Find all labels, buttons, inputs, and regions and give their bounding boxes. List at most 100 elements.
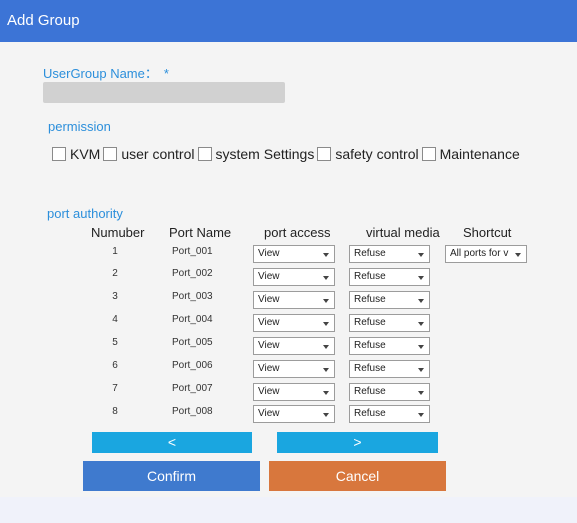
dialog-title-bar: Add Group bbox=[0, 0, 577, 42]
port-name: Port_004 bbox=[172, 314, 213, 325]
port-access-select[interactable]: View bbox=[253, 245, 335, 263]
permission-kvm-label: KVM bbox=[70, 146, 101, 162]
chevron-down-icon bbox=[418, 322, 424, 326]
port-access-select[interactable]: View bbox=[253, 314, 335, 332]
virtual-media-value: Refuse bbox=[354, 271, 386, 282]
column-header-virtual-media: virtual media bbox=[366, 225, 440, 240]
column-header-shortcut: Shortcut bbox=[463, 225, 512, 240]
port-authority-label: port authority bbox=[47, 206, 123, 221]
port-number: 3 bbox=[112, 291, 118, 302]
group-name-label-text: UserGroup Name： bbox=[43, 66, 158, 81]
chevron-down-icon bbox=[323, 368, 329, 372]
virtual-media-value: Refuse bbox=[354, 340, 386, 351]
virtual-media-select[interactable]: Refuse bbox=[349, 360, 430, 378]
virtual-media-value: Refuse bbox=[354, 294, 386, 305]
checkbox[interactable] bbox=[421, 147, 436, 161]
permission-safety-control-label: safety control bbox=[335, 146, 419, 162]
port-access-select[interactable]: View bbox=[253, 405, 335, 423]
chevron-down-icon bbox=[323, 276, 329, 280]
next-page-button[interactable]: > bbox=[277, 432, 438, 453]
virtual-media-select[interactable]: Refuse bbox=[349, 314, 430, 332]
port-number: 2 bbox=[112, 268, 118, 279]
port-number: 1 bbox=[112, 246, 118, 257]
port-access-select[interactable]: View bbox=[253, 268, 335, 286]
port-access-value: View bbox=[258, 294, 280, 305]
chevron-down-icon bbox=[418, 276, 424, 280]
port-name: Port_008 bbox=[172, 406, 213, 417]
checkbox[interactable] bbox=[52, 147, 66, 161]
chevron-down-icon bbox=[418, 253, 424, 257]
port-access-select[interactable]: View bbox=[253, 337, 335, 355]
permission-user-control-label: user control bbox=[121, 146, 195, 162]
permission-label: permission bbox=[48, 119, 111, 134]
column-header-port-access: port access bbox=[264, 225, 331, 240]
port-access-value: View bbox=[258, 408, 280, 419]
chevron-down-icon bbox=[418, 413, 424, 417]
chevron-down-icon bbox=[323, 322, 329, 326]
chevron-down-icon bbox=[418, 299, 424, 303]
port-access-value: View bbox=[258, 317, 280, 328]
port-name: Port_006 bbox=[172, 360, 213, 371]
checkbox[interactable] bbox=[317, 147, 332, 161]
chevron-down-icon bbox=[515, 253, 521, 257]
checkbox[interactable] bbox=[103, 147, 118, 161]
permission-maintenance[interactable]: Maintenance bbox=[421, 146, 520, 162]
port-number: 7 bbox=[112, 383, 118, 394]
port-name: Port_005 bbox=[172, 337, 213, 348]
port-access-select[interactable]: View bbox=[253, 383, 335, 401]
chevron-down-icon bbox=[323, 391, 329, 395]
permission-kvm[interactable]: KVM bbox=[52, 146, 100, 162]
port-number: 4 bbox=[112, 314, 118, 325]
virtual-media-select[interactable]: Refuse bbox=[349, 337, 430, 355]
shortcut-select[interactable]: All ports for v bbox=[445, 245, 527, 263]
port-name: Port_007 bbox=[172, 383, 213, 394]
confirm-button[interactable]: Confirm bbox=[83, 461, 260, 491]
chevron-down-icon bbox=[323, 253, 329, 257]
permission-maintenance-label: Maintenance bbox=[439, 146, 520, 162]
permission-checkbox-row: KVM user control system Settings safety … bbox=[52, 146, 523, 162]
column-header-port-name: Port Name bbox=[169, 225, 232, 240]
virtual-media-select[interactable]: Refuse bbox=[349, 383, 430, 401]
port-access-value: View bbox=[258, 363, 280, 374]
previous-page-button[interactable]: < bbox=[92, 432, 252, 453]
port-number: 5 bbox=[112, 337, 118, 348]
port-access-value: View bbox=[258, 248, 280, 259]
checkbox[interactable] bbox=[197, 147, 212, 161]
port-number: 8 bbox=[112, 406, 118, 417]
cancel-button[interactable]: Cancel bbox=[269, 461, 446, 491]
port-number: 6 bbox=[112, 360, 118, 371]
permission-safety-control[interactable]: safety control bbox=[317, 146, 419, 162]
group-name-input[interactable] bbox=[43, 82, 285, 103]
port-name: Port_002 bbox=[172, 268, 213, 279]
chevron-down-icon bbox=[418, 345, 424, 349]
chevron-down-icon bbox=[418, 391, 424, 395]
virtual-media-value: Refuse bbox=[354, 386, 386, 397]
chevron-down-icon bbox=[418, 368, 424, 372]
port-access-select[interactable]: View bbox=[253, 360, 335, 378]
port-access-value: View bbox=[258, 271, 280, 282]
permission-system-settings[interactable]: system Settings bbox=[197, 146, 315, 162]
chevron-down-icon bbox=[323, 345, 329, 349]
shortcut-select-value: All ports for v bbox=[450, 248, 509, 259]
virtual-media-value: Refuse bbox=[354, 363, 386, 374]
port-access-value: View bbox=[258, 386, 280, 397]
virtual-media-select[interactable]: Refuse bbox=[349, 268, 430, 286]
column-header-number: Numuber bbox=[91, 225, 145, 240]
port-name: Port_001 bbox=[172, 246, 213, 257]
virtual-media-select[interactable]: Refuse bbox=[349, 245, 430, 263]
chevron-down-icon bbox=[323, 413, 329, 417]
permission-system-settings-label: system Settings bbox=[215, 146, 315, 162]
port-name: Port_003 bbox=[172, 291, 213, 302]
chevron-down-icon bbox=[323, 299, 329, 303]
virtual-media-value: Refuse bbox=[354, 248, 386, 259]
required-mark: * bbox=[163, 66, 169, 81]
port-access-value: View bbox=[258, 340, 280, 351]
group-name-label: UserGroup Name： * bbox=[43, 63, 169, 82]
port-access-select[interactable]: View bbox=[253, 291, 335, 309]
virtual-media-value: Refuse bbox=[354, 408, 386, 419]
permission-user-control[interactable]: user control bbox=[103, 146, 195, 162]
virtual-media-value: Refuse bbox=[354, 317, 386, 328]
virtual-media-select[interactable]: Refuse bbox=[349, 291, 430, 309]
dialog-title: Add Group bbox=[7, 12, 80, 29]
virtual-media-select[interactable]: Refuse bbox=[349, 405, 430, 423]
